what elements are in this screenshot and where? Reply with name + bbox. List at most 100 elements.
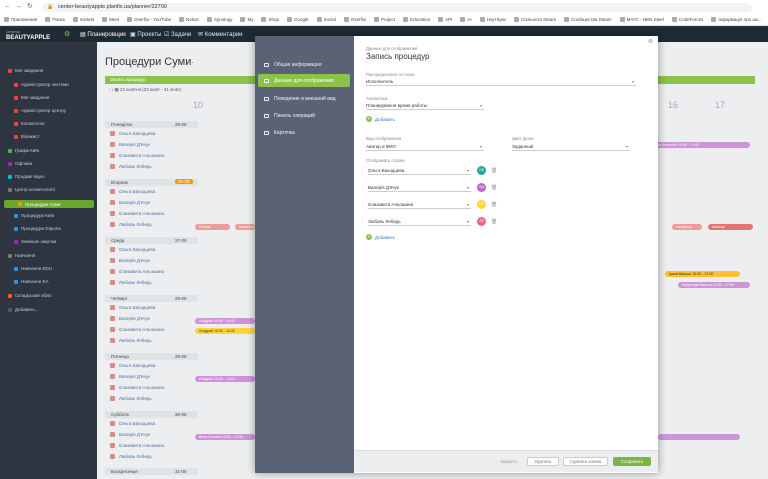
person-row[interactable]: Єлизавета Альошина xyxy=(110,385,164,390)
person-row[interactable]: Валерія Д'ячук xyxy=(110,258,150,263)
sidebar-item[interactable]: Зовнішні закупки xyxy=(14,239,56,244)
distribution-field-select[interactable]: Исполнитель xyxy=(366,78,636,86)
bookmark-item[interactable]: Project xyxy=(374,17,395,22)
add-analytics-link[interactable]: + Добавить xyxy=(366,116,395,122)
bookmark-item[interactable]: Synology xyxy=(206,17,232,22)
person-row[interactable]: Ольга Баходцева xyxy=(110,363,155,368)
person-row[interactable]: Єлизавета Альошина xyxy=(110,443,164,448)
close-icon[interactable]: ⊗ xyxy=(648,38,653,45)
bookmark-item[interactable]: Поиск xyxy=(45,17,65,22)
date-range[interactable]: ‹ › ▦ 22 жовтня (23 жовт - 31 жовт) xyxy=(109,87,182,93)
display-mode-select[interactable]: Аватар и ФИО xyxy=(366,143,484,151)
delete-button[interactable]: Удалить xyxy=(527,457,559,466)
copy-button[interactable]: Сделать копию xyxy=(563,457,608,466)
person-row[interactable]: Валерія Д'ячук xyxy=(110,316,150,321)
sidebar-item[interactable]: Мої завдання xyxy=(8,68,43,73)
bookmark-item[interactable]: Meet xyxy=(102,17,119,22)
drag-handle-icon[interactable]: ⋮ xyxy=(360,168,365,174)
booking-bar[interactable]: Лоздрий 10:00 - 14:00 xyxy=(195,328,255,334)
sidebar-item[interactable]: Навчання EDU xyxy=(14,266,52,271)
bookmark-item[interactable]: Education xyxy=(403,17,430,22)
more-icon[interactable]: ··· xyxy=(186,58,194,67)
bookmark-item[interactable]: Інформація про шк... xyxy=(711,17,762,22)
nav-planner[interactable]: ▤ Планировщик xyxy=(80,31,126,38)
row-user-select[interactable]: Валерія Д'ячук xyxy=(368,184,471,192)
person-row[interactable]: Єлизавета Альошина xyxy=(110,327,164,332)
drag-handle-icon[interactable]: ⋮ xyxy=(360,202,365,208)
sidebar-item[interactable]: Добавить... xyxy=(8,307,39,312)
modal-tab-behavior[interactable]: Поведение и внешний вид xyxy=(258,92,350,105)
trash-icon[interactable]: 🗑 xyxy=(491,185,497,191)
person-row[interactable]: Єлизавета Альошина xyxy=(110,153,164,158)
person-row[interactable]: Валерія Д'ячук xyxy=(110,200,150,205)
bookmark-item[interactable]: Overfixi xyxy=(343,17,366,22)
booking-bar[interactable]: Лоздрий 10:00 - 14:00 xyxy=(195,376,255,382)
bookmark-item[interactable]: Overfixi - YouTube xyxy=(127,17,171,22)
bookmark-item[interactable]: Social xyxy=(316,17,336,22)
reload-icon[interactable]: ↻ xyxy=(27,3,33,11)
person-row[interactable]: Любовь Лебедь xyxy=(110,222,152,227)
booking-bar[interactable]: Ітклубгна xyxy=(235,224,255,230)
booking-bar[interactable] xyxy=(658,434,740,440)
booking-bar[interactable]: Ірина Василь 10:00 - 17:00 xyxy=(665,271,740,277)
background-color-select[interactable]: Заданный xyxy=(512,143,630,151)
bookmark-item[interactable]: Shop xyxy=(261,17,279,22)
person-row[interactable]: Ольга Баходцева xyxy=(110,421,155,426)
sidebar-item[interactable]: Навчання EA xyxy=(14,279,48,284)
sidebar-item[interactable]: Візажист xyxy=(14,134,39,139)
sidebar-item[interactable]: Продажі відео xyxy=(8,174,45,179)
sidebar-item[interactable]: Графік Київ xyxy=(8,148,39,153)
person-row[interactable]: Валерія Д'ячук xyxy=(110,374,150,379)
person-row[interactable]: Ольга Баходцева xyxy=(110,131,155,136)
analytics-select[interactable]: Планирування время работы xyxy=(366,102,484,110)
booking-bar[interactable]: Коррекція Европа 10:00 - 17:00 xyxy=(678,282,750,288)
nav-comments[interactable]: ✉ Комментарии xyxy=(198,31,243,38)
trash-icon[interactable]: 🗑 xyxy=(491,219,497,225)
sidebar-item[interactable]: Косметолог xyxy=(14,121,45,126)
nav-tasks[interactable]: ☑ Задачи xyxy=(164,31,191,38)
bookmark-item[interactable]: МАГС - NBN Steel xyxy=(619,17,664,22)
sidebar-item[interactable]: Процедури Європа xyxy=(14,226,61,231)
nav-projects[interactable]: ▣ Проекты xyxy=(130,31,161,38)
booking-bar[interactable]: Лоздрий 10:00 - 14:00 xyxy=(195,318,255,324)
bookmark-item[interactable]: svetest xyxy=(72,17,94,22)
row-user-select[interactable]: Любовь Лебедь xyxy=(368,218,471,226)
bookmark-item[interactable]: My xyxy=(240,17,253,22)
bookmark-item[interactable]: CodeForces xyxy=(671,17,703,22)
row-user-select[interactable]: Ольга Баходцева xyxy=(368,167,471,175)
person-row[interactable]: Валерія Д'ячук xyxy=(110,432,150,437)
url-text[interactable]: center-beautyapple.planfix.ua/planner/22… xyxy=(58,4,167,10)
modal-tab-card[interactable]: Карточка xyxy=(258,126,350,139)
row-user-select[interactable]: Єлизавета Альошина xyxy=(368,201,471,209)
sidebar-item[interactable]: Складський облік xyxy=(8,293,51,298)
drag-handle-icon[interactable]: ⋮ xyxy=(360,219,365,225)
bookmark-item[interactable]: API xyxy=(438,17,452,22)
booking-bar[interactable]: Воіге Оксана 10:00 - 12:00 xyxy=(195,434,255,440)
trash-icon[interactable]: 🗑 xyxy=(491,202,497,208)
sidebar-item[interactable]: Навчання xyxy=(8,253,35,258)
person-row[interactable]: Єлизавета Альошина xyxy=(110,211,164,216)
gear-icon[interactable]: ⚙ xyxy=(64,30,70,38)
trash-icon[interactable]: 🗑 xyxy=(491,168,497,174)
sidebar-item[interactable]: Адміністратор центру xyxy=(14,108,66,113)
sidebar-item[interactable]: Центр косметології xyxy=(8,187,55,192)
booking-bar[interactable]: Ітклубгна xyxy=(672,224,702,230)
person-row[interactable]: Любовь Лебедь xyxy=(110,164,152,169)
bookmark-item[interactable]: Спільнота Steam xyxy=(513,17,556,22)
person-row[interactable]: Любовь Лебедь xyxy=(110,454,152,459)
sidebar-item[interactable]: Процедури Суми xyxy=(4,200,94,208)
person-row[interactable]: Єлизавета Альошина xyxy=(110,269,164,274)
back-icon[interactable]: ← xyxy=(4,3,11,11)
bookmark-item[interactable]: Сообщества Steam xyxy=(564,17,612,22)
close-button[interactable]: Закрыть xyxy=(495,457,523,466)
person-row[interactable]: Ольга Баходцева xyxy=(110,247,155,252)
bookmark-item[interactable]: Google xyxy=(287,17,309,22)
modal-tab-display-data[interactable]: Данные для отображения xyxy=(258,74,350,87)
sidebar-item[interactable]: Мої завдання xyxy=(14,95,49,100)
bookmark-item[interactable]: Приложения xyxy=(4,17,37,22)
modal-tab-general[interactable]: Общая информация xyxy=(258,58,350,71)
drag-handle-icon[interactable]: ⋮ xyxy=(360,185,365,191)
booking-bar[interactable]: Яхтинє xyxy=(195,224,230,230)
sidebar-item[interactable]: Адміністратор системи xyxy=(14,82,69,87)
person-row[interactable]: Любовь Лебедь xyxy=(110,280,152,285)
